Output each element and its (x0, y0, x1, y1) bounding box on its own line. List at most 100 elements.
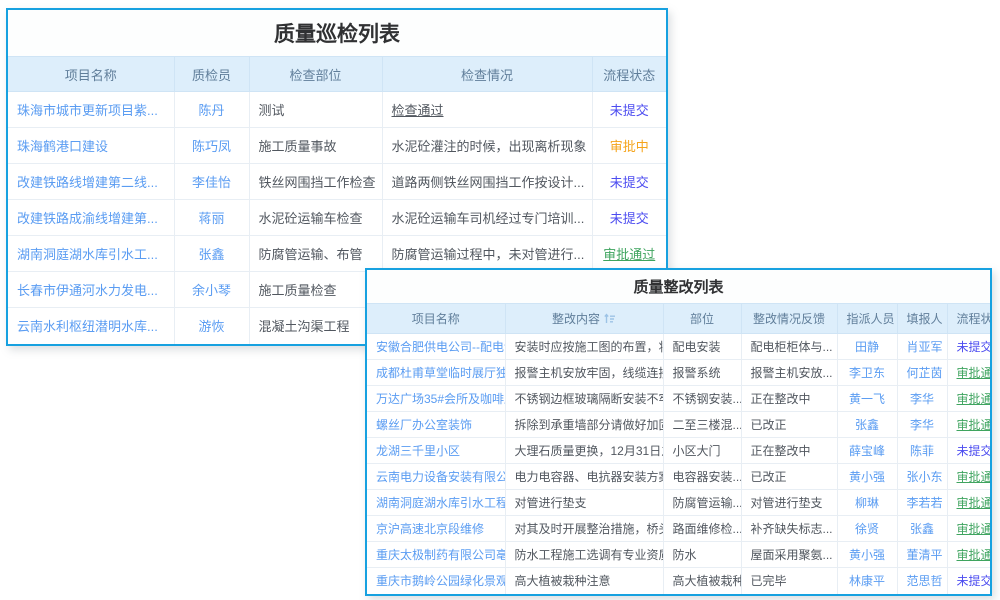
person-name-link[interactable]: 徐贤 (855, 522, 879, 536)
person-name-link[interactable]: 张鑫 (198, 247, 224, 262)
status-cell: 审批通过 (947, 516, 990, 542)
project-name-link[interactable]: 珠海市城市更新项目紫... (17, 103, 158, 118)
person-name-link[interactable]: 林康平 (849, 574, 885, 588)
table-cell: 混凝土沟渠工程 (249, 308, 382, 344)
status-badge[interactable]: 审批通过 (957, 548, 991, 562)
cell-text: 对管进行垫支 (515, 496, 587, 510)
person-name-link[interactable]: 田静 (855, 340, 879, 354)
person-name-link[interactable]: 李卫东 (849, 366, 885, 380)
project-name-link[interactable]: 龙湖三千里小区 (376, 444, 460, 458)
status-badge[interactable]: 审批通过 (957, 418, 991, 432)
table-cell: 配电柜柜体与... (741, 334, 837, 360)
status-badge[interactable]: 审批通过 (957, 496, 991, 510)
person-name-link[interactable]: 余小琴 (192, 283, 231, 298)
person-name-link[interactable]: 陈菲 (910, 444, 934, 458)
project-name-link[interactable]: 万达广场35#会所及咖啡厅空... (376, 392, 505, 406)
table-cell: 防腐管运输过程中，未对管进行... (382, 236, 592, 272)
person-name-cell: 李卫东 (837, 360, 897, 386)
person-name-link[interactable]: 张小东 (907, 470, 943, 484)
person-name-link[interactable]: 李华 (910, 418, 934, 432)
table-cell: 拆除到承重墙部分请做好加固... (505, 412, 663, 438)
cell-text: 防腐管运输、布管 (259, 247, 363, 262)
status-badge: 未提交 (610, 211, 649, 226)
rectify-col-header: 流程状态 (947, 304, 990, 334)
project-name-link[interactable]: 安徽合肥供电公司--配电设备... (376, 340, 505, 354)
project-name-link[interactable]: 湖南洞庭湖水库引水工... (17, 247, 158, 262)
project-name-link[interactable]: 重庆市鹅岭公园绿化景观提升... (376, 574, 505, 588)
inspection-col-header: 质检员 (174, 57, 249, 92)
table-row: 改建铁路成渝线增建第...蒋丽水泥砼运输车检查水泥砼运输车司机经过专门培训...… (8, 200, 666, 236)
cell-text: 施工质量检查 (259, 283, 337, 298)
table-cell: 防腐管运输... (663, 490, 741, 516)
table-cell: 防腐管运输、布管 (249, 236, 382, 272)
project-name-link[interactable]: 改建铁路线增建第二线... (17, 175, 158, 190)
person-name-link[interactable]: 肖亚军 (907, 340, 943, 354)
rectify-col-header: 整改情况反馈 (741, 304, 837, 334)
person-name-link[interactable]: 黄小强 (849, 548, 885, 562)
cell-text: 施工质量事故 (259, 139, 337, 154)
project-name-link[interactable]: 湖南洞庭湖水库引水工程施工标 (376, 496, 505, 510)
project-name-cell: 万达广场35#会所及咖啡厅空... (367, 386, 505, 412)
status-cell: 审批通过 (947, 412, 990, 438)
project-name-cell: 长春市伊通河水力发电... (8, 272, 174, 308)
table-cell: 电力电容器、电抗器安装方案... (505, 464, 663, 490)
project-name-cell: 珠海鹤港口建设 (8, 128, 174, 164)
person-name-link[interactable]: 李佳怡 (192, 175, 231, 190)
project-name-link[interactable]: 螺丝厂办公室装饰 (376, 418, 472, 432)
cell-text: 防水工程施工选调有专业资质... (515, 548, 664, 562)
person-name-cell: 黄一飞 (837, 386, 897, 412)
cell-text: 防腐管运输过程中，未对管进行... (392, 247, 585, 262)
cell-text: 道路两侧铁丝网围挡工作按设计... (392, 175, 585, 190)
table-cell: 已改正 (741, 412, 837, 438)
person-name-link[interactable]: 薛宝峰 (849, 444, 885, 458)
cell-text: 屋面采用聚氨... (751, 548, 833, 562)
status-badge[interactable]: 审批通过 (957, 366, 991, 380)
table-cell: 屋面采用聚氨... (741, 542, 837, 568)
project-name-link[interactable]: 云南水利枢纽潜明水库... (17, 319, 158, 334)
person-name-link[interactable]: 柳琳 (855, 496, 879, 510)
status-cell: 审批通过 (947, 464, 990, 490)
status-badge[interactable]: 审批通过 (957, 470, 991, 484)
person-name-link[interactable]: 张鑫 (855, 418, 879, 432)
status-badge[interactable]: 审批通过 (603, 247, 655, 262)
person-name-cell: 李华 (897, 412, 947, 438)
person-name-link[interactable]: 黄小强 (849, 470, 885, 484)
project-name-link[interactable]: 珠海鹤港口建设 (17, 139, 108, 154)
project-name-link[interactable]: 长春市伊通河水力发电... (17, 283, 158, 298)
person-name-link[interactable]: 蒋丽 (198, 211, 224, 226)
person-name-link[interactable]: 范思哲 (907, 574, 943, 588)
cell-text: 对其及时开展整治措施，桥头... (515, 522, 664, 536)
table-cell: 二至三楼混... (663, 412, 741, 438)
project-name-link[interactable]: 成都杜甫草堂临时展厅独立展... (376, 366, 505, 380)
table-cell: 检查通过 (382, 92, 592, 128)
person-name-link[interactable]: 李若若 (907, 496, 943, 510)
rectify-table: 项目名称整改内容部位整改情况反馈指派人员填报人流程状态 安徽合肥供电公司--配电… (367, 303, 990, 594)
person-name-link[interactable]: 董清平 (907, 548, 943, 562)
person-name-link[interactable]: 陈丹 (198, 103, 224, 118)
project-name-cell: 成都杜甫草堂临时展厅独立展... (367, 360, 505, 386)
person-name-link[interactable]: 李华 (910, 392, 934, 406)
rectify-col-header[interactable]: 整改内容 (505, 304, 663, 334)
person-name-link[interactable]: 陈巧凤 (192, 139, 231, 154)
table-cell: 铁丝网围挡工作检查 (249, 164, 382, 200)
person-name-cell: 张鑫 (837, 412, 897, 438)
cell-text: 铁丝网围挡工作检查 (259, 175, 376, 190)
project-name-link[interactable]: 京沪高速北京段维修 (376, 522, 484, 536)
person-name-link[interactable]: 游恢 (198, 319, 224, 334)
project-name-link[interactable]: 重庆太极制药有限公司亳州中... (376, 548, 505, 562)
person-name-cell: 张鑫 (897, 516, 947, 542)
column-header-label: 指派人员 (847, 312, 895, 326)
table-row: 成都杜甫草堂临时展厅独立展...报警主机安放牢固，线缆连接...报警系统报警主机… (367, 360, 990, 386)
person-name-link[interactable]: 黄一飞 (849, 392, 885, 406)
status-badge[interactable]: 审批通过 (957, 392, 991, 406)
cell-text: 测试 (259, 103, 285, 118)
project-name-link[interactable]: 云南电力设备安装有限公司20... (376, 470, 505, 484)
person-name-link[interactable]: 张鑫 (910, 522, 934, 536)
person-name-link[interactable]: 何芷茵 (907, 366, 943, 380)
project-name-link[interactable]: 改建铁路成渝线增建第... (17, 211, 158, 226)
status-badge: 未提交 (610, 103, 649, 118)
table-cell: 高大植被栽种 (663, 568, 741, 594)
status-badge[interactable]: 审批通过 (957, 522, 991, 536)
rectify-list-panel: 质量整改列表 项目名称整改内容部位整改情况反馈指派人员填报人流程状态 安徽合肥供… (365, 268, 992, 596)
rectify-col-header: 指派人员 (837, 304, 897, 334)
